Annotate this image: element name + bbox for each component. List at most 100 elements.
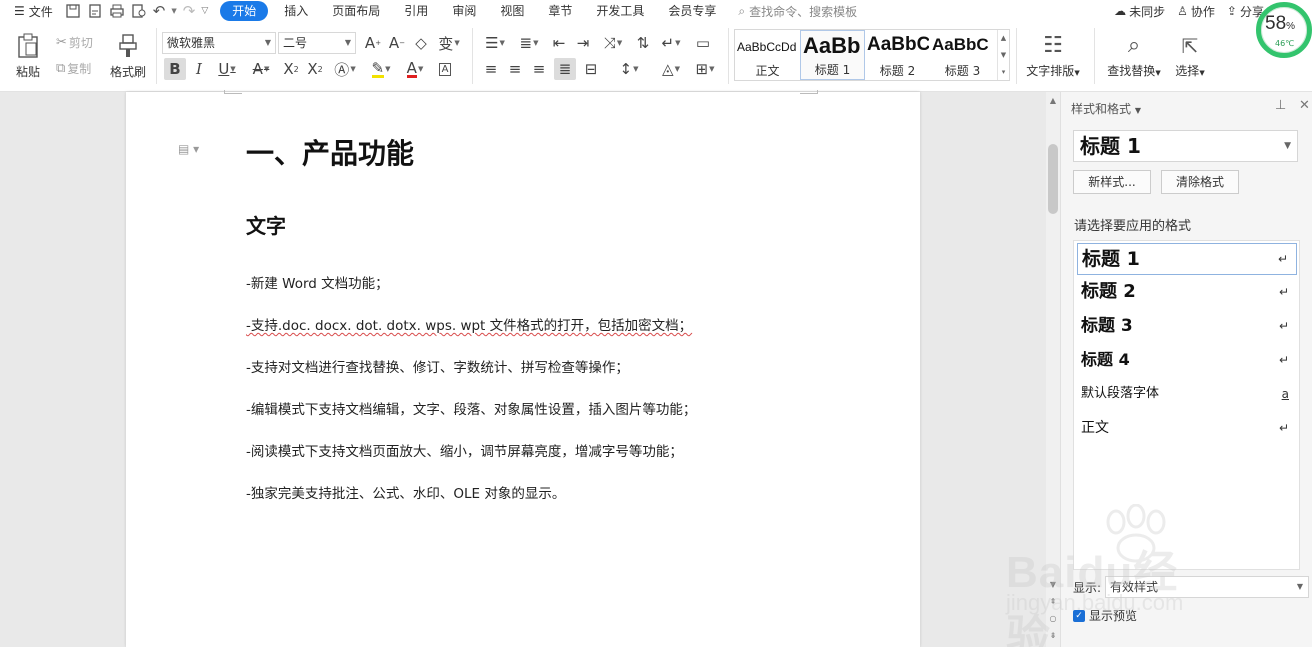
bold-icon[interactable]: B <box>164 58 186 80</box>
font-name-select[interactable]: 微软雅黑 ▼ <box>162 32 276 54</box>
scroll-up-icon[interactable]: ▲ <box>1047 96 1059 105</box>
paragraph[interactable]: -编辑模式下支持文档编辑，文字、段落、对象属性设置，插入图片等功能； <box>246 398 696 418</box>
underline-icon[interactable]: U ▼ <box>212 58 242 80</box>
undo-icon[interactable]: ↶ <box>153 2 166 20</box>
show-marks-icon[interactable]: ↵ ▼ <box>656 32 686 54</box>
chevron-down-icon[interactable]: ▼ <box>1001 51 1006 59</box>
paragraph-menu-icon[interactable]: ▤ ▾ <box>178 142 199 156</box>
paragraph: -支持.doc. docx. dot. dotx. wps. wpt 文件格式的… <box>246 318 693 334</box>
increase-indent-icon[interactable]: ⇥ <box>572 32 594 54</box>
tab-review[interactable]: 审阅 <box>440 1 488 21</box>
heading-1[interactable]: 一、产品功能 <box>246 132 414 172</box>
phonetic-icon[interactable]: 变 ▼ <box>434 32 464 54</box>
paragraph[interactable]: -阅读模式下支持文档页面放大、缩小，调节屏幕亮度，增减字号等功能； <box>246 440 683 460</box>
paragraph-mark-icon: ↵ <box>1278 285 1289 299</box>
style-normal[interactable]: AaBbCcDd 正文 <box>735 30 800 80</box>
current-style-select[interactable]: 标题 1 ▼ <box>1073 130 1298 162</box>
decrease-indent-icon[interactable]: ⇤ <box>548 32 570 54</box>
justify-icon[interactable]: ≣ <box>554 58 576 80</box>
tab-developer[interactable]: 开发工具 <box>584 1 656 21</box>
gallery-scroll[interactable]: ▲ ▼ ▾ <box>997 30 1009 80</box>
character-style-icon: a <box>1281 387 1289 401</box>
style-list-item-normal[interactable]: 正文 ↵ <box>1077 413 1297 445</box>
cut-button[interactable]: ✂ 剪切 <box>56 32 93 52</box>
style-heading-2[interactable]: AaBbC 标题 2 <box>865 30 930 80</box>
format-painter-button[interactable]: 格式刷 <box>108 30 148 82</box>
save-icon[interactable] <box>65 3 81 19</box>
undo-dropdown-icon[interactable]: ▼ <box>171 7 176 15</box>
character-border-icon[interactable]: A <box>434 58 456 80</box>
borders-icon[interactable]: ⊞ ▼ <box>690 58 720 80</box>
style-name: 标题 3 <box>944 64 981 78</box>
tab-home[interactable]: 开始 <box>220 1 269 21</box>
paragraph[interactable]: -新建 Word 文档功能； <box>246 272 389 292</box>
magnifier-icon: ⌕ <box>1127 33 1141 58</box>
style-list-item-heading-4[interactable]: 标题 4 ↵ <box>1077 345 1297 377</box>
command-search[interactable]: ⌕ 查找命令、搜索模板 <box>738 3 857 20</box>
superscript-icon[interactable]: X2 <box>280 58 302 80</box>
style-list-item-default-font[interactable]: 默认段落字体 a <box>1077 379 1297 411</box>
line-spacing-icon[interactable]: ↕ ▼ <box>614 58 644 80</box>
clear-format-icon[interactable]: ◇ <box>410 32 432 54</box>
italic-icon[interactable]: I <box>188 58 210 80</box>
tab-member[interactable]: 会员专享 <box>656 1 728 21</box>
select-button[interactable]: ⇱ 选择▼ <box>1170 30 1210 82</box>
tab-insert[interactable]: 插入 <box>272 1 320 21</box>
text-layout-button[interactable]: ☷ 文字排版▼ <box>1024 30 1082 82</box>
tab-chapter[interactable]: 章节 <box>536 1 584 21</box>
style-list-item-heading-1[interactable]: 标题 1 ↵ <box>1077 243 1297 275</box>
export-pdf-icon[interactable] <box>87 3 103 19</box>
font-color-icon[interactable]: A ▼ <box>400 58 430 80</box>
pin-icon[interactable]: ⊥ <box>1275 98 1286 113</box>
copy-button[interactable]: ⧉ 复制 <box>56 58 91 78</box>
ruler-icon[interactable]: ▭ <box>692 32 714 54</box>
paragraph[interactable]: -独家完美支持批注、公式、水印、OLE 对象的显示。 <box>246 482 565 502</box>
chinese-layout-icon[interactable]: ⤨ ▼ <box>598 32 628 54</box>
print-preview-icon[interactable] <box>131 3 147 19</box>
close-icon[interactable]: ✕ <box>1299 98 1310 113</box>
tab-references[interactable]: 引用 <box>392 1 440 21</box>
grow-font-icon[interactable]: A + <box>362 32 384 54</box>
file-menu[interactable]: ☰ 文件 <box>0 3 61 20</box>
scrollbar-thumb[interactable] <box>1048 144 1058 214</box>
chevron-up-icon[interactable]: ▲ <box>1001 34 1006 42</box>
performance-gauge[interactable]: 58% 46℃ <box>1256 2 1312 58</box>
align-center-icon[interactable]: ≡ <box>504 58 526 80</box>
new-style-button[interactable]: 新样式... <box>1073 170 1151 194</box>
paste-button[interactable]: 粘贴 <box>10 30 46 82</box>
sort-icon[interactable]: ⇅ <box>632 32 654 54</box>
find-replace-button[interactable]: ⌕ 查找替换▼ <box>1104 30 1164 82</box>
shrink-font-icon[interactable]: A − <box>386 32 408 54</box>
menu-bar: ☰ 文件 ↶ ▼ ↷ ▽ 开始 插入 页面布局 引用 审阅 视图 章节 开发工具… <box>0 0 1312 22</box>
style-list-item-heading-3[interactable]: 标题 3 ↵ <box>1077 311 1297 343</box>
sync-status[interactable]: ☁ 未同步 <box>1114 3 1165 20</box>
paragraph-formats[interactable]: -支持.doc. docx. dot. dotx. wps. wpt 文件格式的… <box>246 314 692 334</box>
text-effect-icon[interactable]: Ⓐ ▼ <box>330 58 360 80</box>
pane-title[interactable]: 样式和格式 ▼ <box>1071 100 1141 117</box>
heading-2[interactable]: 文字 <box>246 210 286 239</box>
customize-qa-icon[interactable]: ▽ <box>201 6 208 16</box>
align-right-icon[interactable]: ≡ <box>528 58 550 80</box>
style-heading-3[interactable]: AaBbC 标题 3 <box>930 30 995 80</box>
expand-gallery-icon[interactable]: ▾ <box>1002 68 1006 76</box>
tab-page-layout[interactable]: 页面布局 <box>320 1 392 21</box>
strikethrough-icon[interactable]: A ▼ <box>246 58 276 80</box>
document-area: ▤ ▾ 一、产品功能 文字 -新建 Word 文档功能； -支持.doc. do… <box>0 90 1060 647</box>
collaborate-button[interactable]: ♙ 协作 <box>1177 3 1215 20</box>
numbered-list-icon[interactable]: ≣ ▼ <box>514 32 544 54</box>
style-heading-1[interactable]: AaBb 标题 1 <box>800 30 865 80</box>
paragraph[interactable]: -支持对文档进行查找替换、修订、字数统计、拼写检查等操作； <box>246 356 629 376</box>
document-page[interactable]: ▤ ▾ 一、产品功能 文字 -新建 Word 文档功能； -支持.doc. do… <box>126 90 920 647</box>
redo-icon[interactable]: ↷ <box>183 2 196 20</box>
align-left-icon[interactable]: ≡ <box>480 58 502 80</box>
shading-icon[interactable]: ◬ ▼ <box>656 58 686 80</box>
style-list-item-heading-2[interactable]: 标题 2 ↵ <box>1077 277 1297 309</box>
bullet-list-icon[interactable]: ☰ ▼ <box>480 32 510 54</box>
subscript-icon[interactable]: X2 <box>304 58 326 80</box>
tab-view[interactable]: 视图 <box>488 1 536 21</box>
font-size-select[interactable]: 二号 ▼ <box>278 32 356 54</box>
highlight-icon[interactable]: ✎ ▼ <box>366 58 396 80</box>
print-icon[interactable] <box>109 3 125 19</box>
clear-format-button[interactable]: 清除格式 <box>1161 170 1239 194</box>
distribute-icon[interactable]: ⊟ <box>580 58 602 80</box>
